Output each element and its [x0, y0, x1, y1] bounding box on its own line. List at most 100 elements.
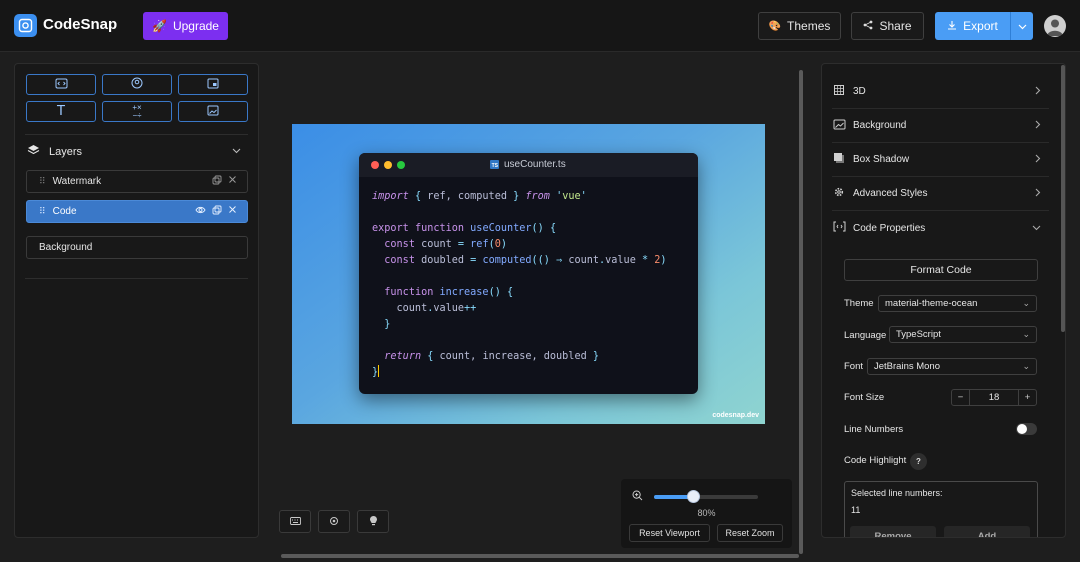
zoom-slider[interactable] [654, 490, 758, 503]
section-label: Background [853, 120, 907, 131]
keyboard-shortcuts-button[interactable] [279, 510, 311, 533]
add-symbols-button[interactable]: +× −÷ [102, 101, 172, 122]
share-button[interactable]: Share [851, 12, 924, 40]
gear-icon [832, 186, 846, 201]
chevron-down-icon [1032, 223, 1041, 234]
decrement-button[interactable]: − [952, 390, 969, 405]
code-icon [832, 221, 846, 235]
upgrade-label: Upgrade [172, 19, 219, 33]
tips-button[interactable] [357, 510, 389, 533]
reset-viewport-button[interactable]: Reset Viewport [629, 524, 710, 542]
layer-name: Background [39, 242, 93, 253]
increment-button[interactable]: + [1019, 390, 1036, 405]
themes-button[interactable]: 🎨 Themes [758, 12, 841, 40]
canvas-horizontal-scrollbar[interactable] [281, 554, 799, 558]
file-name: useCounter.ts [504, 159, 566, 170]
layers-header[interactable]: Layers [27, 144, 82, 159]
font-value: JetBrains Mono [874, 361, 941, 372]
lightbulb-icon [369, 515, 378, 528]
add-text-button[interactable]: T [26, 101, 96, 122]
duplicate-icon[interactable] [212, 175, 222, 188]
export-main-button[interactable]: Export [935, 12, 1011, 40]
language-label: Language [844, 330, 887, 341]
minimize-dot-icon [384, 161, 392, 169]
section-label: 3D [853, 86, 866, 97]
selected-lines-value: 11 [851, 505, 861, 515]
top-bar: CodeSnap 🚀 Upgrade 🎨 Themes Share Export [0, 0, 1080, 52]
duplicate-icon[interactable] [212, 205, 222, 218]
maximize-dot-icon [397, 161, 405, 169]
layers-icon [27, 144, 40, 159]
code-editor[interactable]: import { ref, computed } from 'vue' expo… [372, 189, 667, 381]
section-background[interactable]: Background [832, 109, 1049, 143]
divider [25, 134, 248, 135]
add-window-button[interactable] [178, 74, 248, 95]
add-button[interactable]: Add [944, 526, 1030, 537]
add-image-button[interactable] [178, 101, 248, 122]
font-size-stepper[interactable]: − 18 + [951, 389, 1037, 406]
chevron-down-icon[interactable] [232, 146, 241, 157]
themes-label: Themes [787, 19, 831, 33]
close-icon[interactable] [228, 205, 237, 218]
chevron-right-icon [1035, 86, 1041, 98]
font-size-value[interactable]: 18 [969, 390, 1019, 405]
canvas-vertical-scrollbar[interactable] [799, 70, 803, 554]
drag-handle-icon[interactable]: ⠿ [39, 176, 46, 187]
export-dropdown-button[interactable] [1011, 12, 1033, 40]
eye-icon[interactable] [195, 205, 206, 218]
text-icon: T [57, 104, 65, 119]
add-code-button[interactable] [26, 74, 96, 95]
layer-row-background[interactable]: Background [26, 236, 248, 259]
window-title-bar: TS useCounter.ts [359, 153, 698, 177]
layer-name: Code [52, 206, 77, 217]
section-code-properties[interactable]: Code Properties [832, 211, 1049, 245]
line-numbers-label: Line Numbers [844, 424, 904, 435]
cube-icon [832, 84, 846, 99]
chevron-down-icon [1018, 19, 1027, 33]
language-value: TypeScript [896, 329, 941, 340]
zoom-in-icon [632, 490, 643, 504]
section-advanced-styles[interactable]: Advanced Styles [832, 177, 1049, 211]
font-select[interactable]: JetBrains Mono ⌄ [867, 358, 1037, 375]
export-button[interactable]: Export [935, 12, 1033, 40]
typescript-icon: TS [490, 160, 499, 169]
format-code-button[interactable]: Format Code [844, 259, 1038, 281]
font-size-label: Font Size [844, 392, 885, 403]
chevron-right-icon [1035, 188, 1041, 200]
user-circle-icon [131, 77, 143, 92]
highlight-lines-box: Selected line numbers: 11 Remove Add [844, 481, 1038, 537]
properties-panel: 3D Background Box Shadow Advanced Styles… [821, 63, 1066, 538]
language-select[interactable]: TypeScript ⌄ [889, 326, 1037, 343]
zoom-slider-handle[interactable] [687, 490, 701, 503]
code-block-icon [55, 78, 68, 92]
section-label: Box Shadow [853, 154, 910, 165]
share-icon [863, 19, 873, 33]
help-icon[interactable]: ? [910, 453, 927, 470]
layer-row-code[interactable]: ⠿ Code [26, 200, 248, 223]
close-dot-icon [371, 161, 379, 169]
close-icon[interactable] [228, 175, 237, 188]
share-label: Share [879, 19, 912, 33]
chevron-right-icon [1035, 120, 1041, 132]
image-icon [832, 119, 846, 133]
download-icon [947, 19, 957, 33]
section-box-shadow[interactable]: Box Shadow [832, 143, 1049, 177]
logo-icon [14, 14, 37, 37]
code-window[interactable]: TS useCounter.ts import { ref, computed … [359, 153, 698, 394]
center-button[interactable] [318, 510, 350, 533]
layers-title: Layers [49, 145, 83, 158]
drag-handle-icon[interactable]: ⠿ [39, 206, 46, 217]
remove-button[interactable]: Remove [850, 526, 936, 537]
properties-scrollbar[interactable] [1061, 65, 1065, 332]
section-3d[interactable]: 3D [832, 75, 1049, 109]
image-icon [207, 105, 219, 119]
line-numbers-toggle[interactable] [1016, 423, 1037, 435]
toggle-knob [1017, 424, 1027, 434]
layer-row-watermark[interactable]: ⠿ Watermark [26, 170, 248, 193]
font-label: Font [844, 361, 864, 372]
reset-zoom-button[interactable]: Reset Zoom [717, 524, 783, 542]
user-avatar[interactable] [1044, 15, 1066, 37]
add-avatar-button[interactable] [102, 74, 172, 95]
upgrade-button[interactable]: 🚀 Upgrade [143, 12, 228, 40]
theme-select[interactable]: material-theme-ocean ⌄ [878, 295, 1037, 312]
